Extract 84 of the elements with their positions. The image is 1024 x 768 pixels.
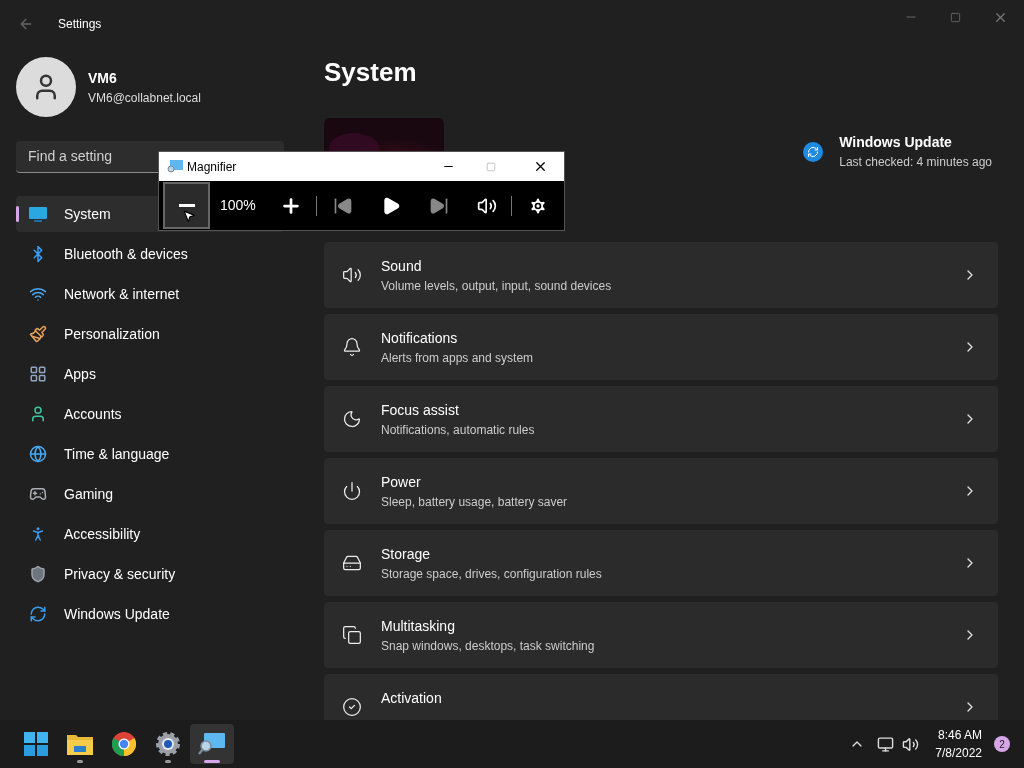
search-input[interactable]: Find a setting [28, 146, 148, 167]
gamepad-icon [29, 485, 47, 503]
folder-icon [67, 733, 93, 755]
card-subtitle: Alerts from apps and system [381, 349, 535, 367]
taskbar-button[interactable] [190, 724, 234, 764]
sidebar-item[interactable]: Accessibility [16, 516, 284, 552]
minus-icon [178, 204, 195, 207]
sidebar-item[interactable]: Privacy & security [16, 556, 284, 592]
windows-icon [342, 625, 362, 646]
shield-icon [29, 565, 47, 583]
settings-icon[interactable] [528, 195, 548, 216]
sidebar-label: Apps [64, 364, 96, 384]
gear-icon [155, 731, 181, 757]
sidebar-item[interactable]: Accounts [16, 396, 284, 432]
update-icon [29, 605, 47, 623]
card-subtitle: Snap windows, desktops, task switching [381, 637, 596, 655]
sidebar-item[interactable]: Personalization [16, 316, 284, 352]
magnifier-title: Magnifier [187, 158, 238, 176]
zoom-out-button[interactable] [163, 182, 210, 229]
apps-icon [29, 365, 47, 383]
user-name: VM6 [88, 68, 118, 88]
sidebar-label: Time & language [64, 444, 170, 464]
sidebar-label: Gaming [64, 484, 114, 504]
sidebar-item[interactable]: Bluetooth & devices [16, 236, 284, 272]
card-title: Focus assist [381, 400, 460, 420]
wifi-icon [29, 285, 47, 303]
network-icon[interactable] [877, 735, 895, 753]
settings-card[interactable]: Activation [324, 674, 998, 720]
update-badge-icon [803, 141, 824, 162]
card-title: Multitasking [381, 616, 456, 636]
card-title: Notifications [381, 328, 459, 348]
close-icon[interactable] [533, 159, 548, 174]
sidebar-item[interactable]: Windows Update [16, 596, 284, 632]
clock-time[interactable]: 8:46 AM [937, 726, 982, 744]
update-title[interactable]: Windows Update [839, 132, 992, 154]
sidebar-item[interactable]: Network & internet [16, 276, 284, 312]
bell-icon [342, 337, 362, 358]
sidebar-label: Privacy & security [64, 564, 176, 584]
monitor-icon [28, 206, 48, 222]
check-circle-icon [342, 697, 362, 718]
settings-card[interactable]: Focus assist Notifications, automatic rules [324, 386, 998, 453]
window-title: Settings [58, 16, 102, 33]
magnifier-icon [167, 159, 183, 174]
sidebar-item[interactable]: Time & language [16, 436, 284, 472]
settings-card[interactable]: Power Sleep, battery usage, battery saver [324, 458, 998, 525]
sidebar-label: Accessibility [64, 524, 141, 544]
sidebar-label: Accounts [64, 404, 122, 424]
clock-date[interactable]: 7/8/2022 [935, 744, 982, 762]
card-subtitle: Storage space, drives, configuration rules [381, 565, 603, 583]
windows-logo-icon [24, 732, 48, 756]
settings-card[interactable]: Storage Storage space, drives, configuration rules [324, 530, 998, 597]
sidebar-label: Network & internet [64, 284, 180, 304]
read-aloud-icon[interactable] [477, 195, 497, 216]
card-subtitle: Notifications, automatic rules [381, 421, 536, 439]
sidebar-label: Windows Update [64, 604, 170, 624]
brush-icon [29, 325, 47, 343]
notification-count[interactable]: 2 [994, 736, 1010, 752]
page-title: System [324, 56, 418, 89]
card-title: Storage [381, 544, 432, 564]
settings-card[interactable]: Notifications Alerts from apps and system [324, 314, 998, 381]
play-icon[interactable] [381, 195, 401, 216]
zoom-level: 100% [220, 196, 257, 215]
person-icon [29, 405, 47, 423]
power-icon [342, 481, 362, 502]
settings-card[interactable]: Sound Volume levels, output, input, sound devices [324, 242, 998, 309]
volume-icon[interactable] [902, 735, 920, 753]
sidebar-label: System [64, 204, 111, 224]
sidebar-label: Bluetooth & devices [64, 244, 188, 264]
card-title: Power [381, 472, 422, 492]
card-title: Sound [381, 256, 423, 276]
settings-card[interactable]: Multitasking Snap windows, desktops, task switching [324, 602, 998, 669]
sidebar-label: Personalization [64, 324, 160, 344]
sidebar-item[interactable]: Apps [16, 356, 284, 392]
globe-icon [29, 445, 47, 463]
sidebar-item[interactable]: Gaming [16, 476, 284, 512]
update-status: Last checked: 4 minutes ago [839, 154, 992, 172]
browser-icon [112, 732, 136, 756]
card-title: Activation [381, 688, 443, 708]
user-email: VM6@collabnet.local [88, 89, 201, 107]
magnifier-icon [198, 732, 226, 756]
cursor-icon [182, 209, 196, 223]
moon-icon [342, 409, 362, 430]
card-subtitle: Volume levels, output, input, sound devices [381, 277, 613, 295]
card-subtitle: Sleep, battery usage, battery saver [381, 493, 569, 511]
